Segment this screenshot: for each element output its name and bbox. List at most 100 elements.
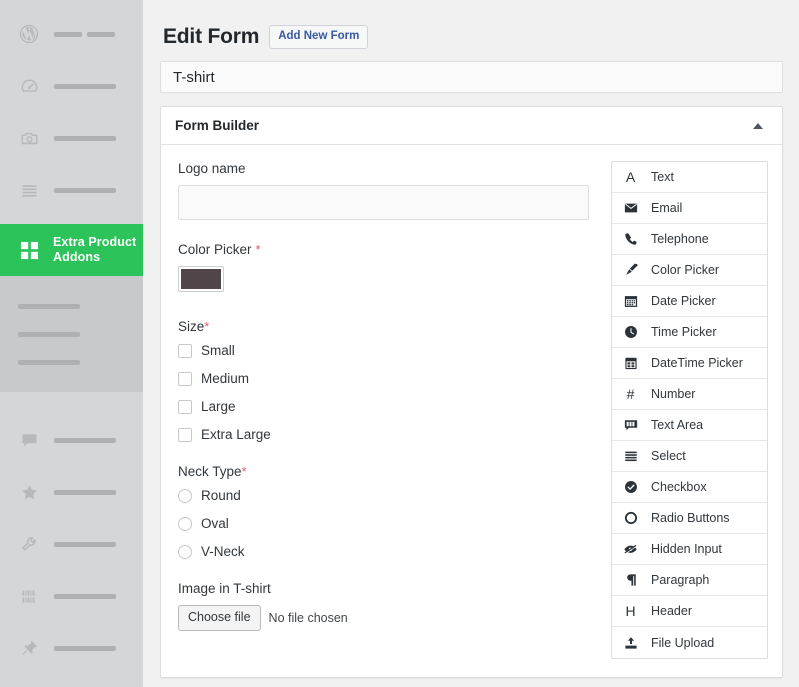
- sidebar-item-tools[interactable]: [0, 518, 143, 570]
- field-label: Neck Type*: [178, 464, 599, 479]
- comment-bubble-icon: [18, 429, 40, 451]
- form-builder-card: Form Builder Logo name Color Picker * Si…: [160, 106, 783, 679]
- palette-item-label: Header: [651, 604, 692, 619]
- palette-item-label: Email: [651, 201, 683, 216]
- palette-item-label: DateTime Picker: [651, 356, 743, 371]
- palette-item-hidden-input[interactable]: Hidden Input: [612, 534, 767, 566]
- pilcrow-icon: [623, 573, 638, 587]
- upload-icon: [623, 636, 638, 650]
- sidebar-item-wordpress[interactable]: [0, 8, 143, 60]
- add-new-form-button[interactable]: Add New Form: [269, 24, 369, 49]
- hash-icon: #: [626, 386, 635, 403]
- sidebar-item-pinned[interactable]: [0, 622, 143, 674]
- envelope-icon: [623, 201, 638, 215]
- color-swatch: [181, 269, 221, 290]
- palette-item-label: Color Picker: [651, 263, 720, 278]
- palette-item-datetime-picker[interactable]: DateTime Picker: [612, 348, 767, 380]
- size-checkbox-large[interactable]: [178, 399, 192, 414]
- option-label: Oval: [201, 516, 229, 532]
- choose-file-button[interactable]: Choose file: [178, 605, 261, 632]
- palette-item-select[interactable]: Select: [612, 441, 767, 473]
- sidebar-item-extra-product-addons[interactable]: Extra Product Addons: [0, 224, 143, 276]
- palette-item-text[interactable]: A Text: [612, 162, 767, 194]
- field-type-palette-column: A Text Email Telephone Color Picker Date…: [611, 161, 768, 660]
- palette-item-checkbox[interactable]: Checkbox: [612, 472, 767, 504]
- sidebar-item-comments[interactable]: [0, 414, 143, 466]
- required-asterisk: *: [204, 319, 210, 335]
- logo-name-input[interactable]: [178, 185, 589, 221]
- size-checkbox-small[interactable]: [178, 343, 192, 358]
- wordpress-logo-icon: [18, 23, 40, 45]
- sidebar-submenu-item[interactable]: [0, 292, 143, 320]
- color-swatch-button[interactable]: [178, 266, 224, 293]
- sidebar-item-barcode[interactable]: [0, 570, 143, 622]
- sidebar-label-placeholder: [54, 437, 116, 443]
- form-title-input[interactable]: [160, 61, 783, 94]
- palette-item-label: Hidden Input: [651, 542, 722, 557]
- palette-item-label: Time Picker: [651, 325, 717, 340]
- palette-item-text-area[interactable]: Text Area: [612, 410, 767, 442]
- option-label: Small: [201, 343, 235, 359]
- field-size: Size* Small Medium Large Extra Large: [178, 319, 599, 442]
- radio-option[interactable]: Round: [178, 488, 599, 503]
- palette-item-date-picker[interactable]: Date Picker: [612, 286, 767, 318]
- palette-item-radio-buttons[interactable]: Radio Buttons: [612, 503, 767, 535]
- palette-item-header[interactable]: H Header: [612, 596, 767, 628]
- field-type-palette: A Text Email Telephone Color Picker Date…: [611, 161, 768, 660]
- palette-item-label: Telephone: [651, 232, 709, 247]
- option-label: Extra Large: [201, 427, 271, 443]
- sidebar-label-placeholder: [54, 645, 116, 651]
- sidebar-item-dashboard[interactable]: [0, 60, 143, 112]
- calendar-icon: [623, 294, 638, 308]
- checkbox-option[interactable]: Small: [178, 343, 599, 358]
- checkbox-option[interactable]: Extra Large: [178, 427, 599, 442]
- eye-slash-icon: [623, 542, 638, 556]
- field-label: Size*: [178, 319, 599, 334]
- palette-item-time-picker[interactable]: Time Picker: [612, 317, 767, 349]
- field-label-text: Color Picker: [178, 242, 252, 258]
- sidebar-divider-lower: [0, 392, 143, 414]
- palette-item-paragraph[interactable]: Paragraph: [612, 565, 767, 597]
- palette-item-color-picker[interactable]: Color Picker: [612, 255, 767, 287]
- sidebar-item-media[interactable]: [0, 112, 143, 164]
- palette-item-label: Radio Buttons: [651, 511, 730, 526]
- palette-item-telephone[interactable]: Telephone: [612, 224, 767, 256]
- sidebar-label-placeholder: [54, 593, 116, 599]
- neck-radio-oval[interactable]: [178, 516, 192, 531]
- sidebar-item-featured[interactable]: [0, 466, 143, 518]
- sidebar-label-placeholder: [54, 83, 116, 89]
- size-checkbox-medium[interactable]: [178, 371, 192, 386]
- sidebar-item-pages[interactable]: [0, 164, 143, 216]
- sidebar-top-spacer: [0, 0, 143, 8]
- palette-item-email[interactable]: Email: [612, 193, 767, 225]
- sidebar-label-placeholder: [54, 31, 115, 37]
- check-circle-icon: [623, 480, 638, 494]
- option-label: Round: [201, 488, 241, 504]
- grid-squares-icon: [18, 239, 40, 261]
- palette-item-label: Select: [651, 449, 686, 464]
- field-image-in-tshirt: Image in T-shirt Choose file No file cho…: [178, 581, 599, 632]
- clock-icon: [623, 325, 638, 339]
- paintbrush-icon: [623, 263, 638, 277]
- radio-option[interactable]: V-Neck: [178, 544, 599, 559]
- checkbox-option[interactable]: Large: [178, 399, 599, 414]
- sidebar-submenu-item[interactable]: [0, 348, 143, 376]
- palette-item-label: Checkbox: [651, 480, 707, 495]
- sidebar-submenu-item[interactable]: [0, 320, 143, 348]
- page-title: Edit Form: [163, 25, 260, 48]
- letter-a-icon: A: [625, 169, 636, 186]
- sidebar-divider: [0, 216, 143, 224]
- size-checkbox-extra-large[interactable]: [178, 427, 192, 442]
- triangle-up-icon[interactable]: [748, 116, 768, 136]
- palette-item-label: Text Area: [651, 418, 704, 433]
- field-label: Color Picker *: [178, 242, 599, 257]
- radio-option[interactable]: Oval: [178, 516, 599, 531]
- checkbox-option[interactable]: Medium: [178, 371, 599, 386]
- neck-radio-round[interactable]: [178, 488, 192, 503]
- palette-item-label: Paragraph: [651, 573, 710, 588]
- palette-item-label: Date Picker: [651, 294, 716, 309]
- option-label: V-Neck: [201, 544, 245, 560]
- palette-item-number[interactable]: # Number: [612, 379, 767, 411]
- palette-item-file-upload[interactable]: File Upload: [612, 627, 767, 659]
- neck-radio-v-neck[interactable]: [178, 544, 192, 559]
